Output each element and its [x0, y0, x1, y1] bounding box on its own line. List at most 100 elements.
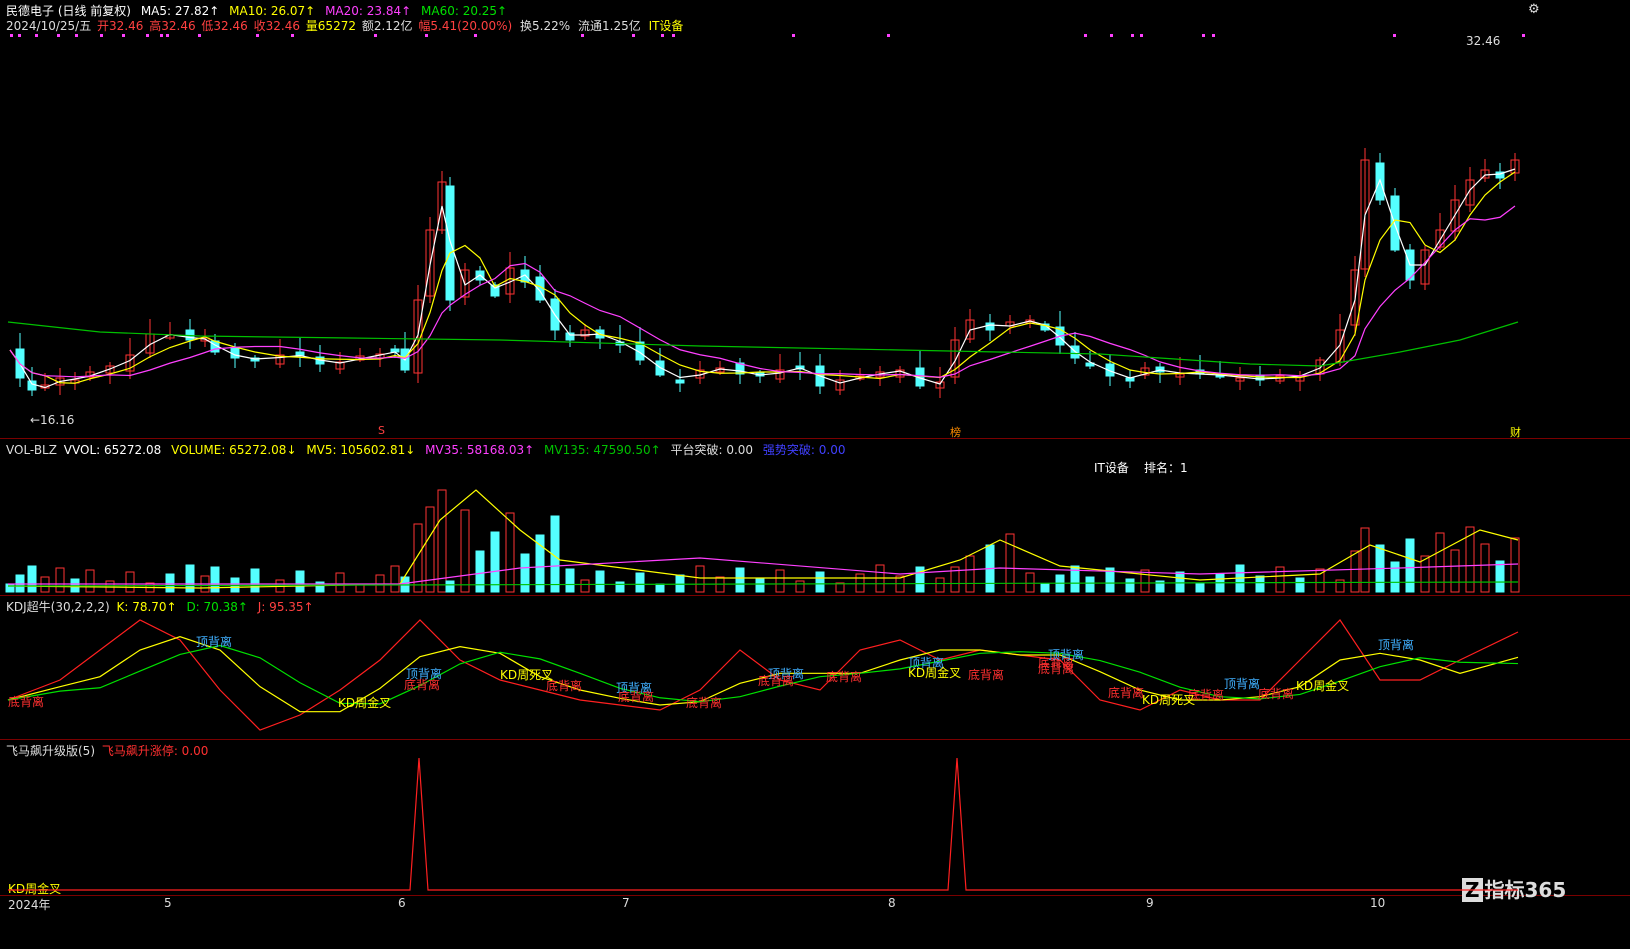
- chart-canvas: [5, 34, 1525, 891]
- volume-bar: [475, 550, 485, 593]
- volume-bar: [580, 579, 590, 593]
- marker-dot: [1202, 34, 1205, 37]
- volume-bar: [1085, 576, 1095, 593]
- volume-bar: [1255, 575, 1265, 593]
- marker-dot: [57, 34, 60, 37]
- volume-bar: [1350, 550, 1360, 593]
- marker-dot: [10, 34, 13, 37]
- volume-bar: [565, 568, 575, 593]
- marker-dot: [100, 34, 103, 37]
- candle-body: [27, 380, 37, 391]
- volume-bar: [855, 573, 865, 593]
- candle-body: [985, 322, 995, 331]
- marker-dot: [632, 34, 635, 37]
- volume-bar: [390, 565, 400, 593]
- marker-dot: [146, 34, 149, 37]
- volume-bar: [1195, 582, 1205, 593]
- kdj-label: KD周金叉: [908, 666, 962, 680]
- kdj-label: KD周金叉: [338, 696, 392, 710]
- kdj-label: 底背离: [618, 690, 655, 704]
- volume-bar: [1040, 583, 1050, 593]
- volume-bar: [55, 567, 65, 593]
- volume-bar: [675, 574, 685, 593]
- volume-bar: [695, 565, 705, 593]
- kdj-label: 顶背离: [1224, 677, 1261, 691]
- volume-bar: [1510, 537, 1520, 593]
- marker-dot: [581, 34, 584, 37]
- volume-bar: [735, 567, 745, 593]
- kdj-label: 底背离: [1038, 662, 1075, 676]
- feima-line: [8, 757, 1518, 891]
- volume-bar: [85, 569, 95, 593]
- volume-bar: [1125, 578, 1135, 593]
- candle-body: [445, 185, 455, 301]
- volume-bar: [1390, 561, 1400, 593]
- kdj-label: 底背离: [686, 696, 723, 710]
- volume-bar: [1435, 532, 1445, 593]
- kdj-label: 底背离: [546, 679, 583, 693]
- volume-bar: [775, 569, 785, 593]
- kdj-label: 底背离: [968, 668, 1005, 682]
- marker-dot: [1140, 34, 1143, 37]
- volume-bar: [250, 568, 260, 593]
- kdj-label: 底背离: [758, 674, 795, 688]
- volume-bar: [1275, 566, 1285, 593]
- volume-bar: [595, 570, 605, 593]
- volume-bar: [505, 512, 515, 593]
- marker-dot: [672, 34, 675, 37]
- marker-dot: [1131, 34, 1134, 37]
- marker-dot: [1110, 34, 1113, 37]
- marker-dot: [1522, 34, 1525, 37]
- volume-bar: [1025, 572, 1035, 593]
- volume-bar: [655, 583, 665, 593]
- marker-dot: [661, 34, 664, 37]
- volume-bar: [437, 489, 447, 593]
- volume-bar: [445, 580, 455, 593]
- ma5-line: [9, 168, 1516, 389]
- volume-bar: [795, 580, 805, 593]
- kdj-label: 底背离: [826, 670, 863, 684]
- marker-dot: [18, 34, 21, 37]
- kdj-label: 顶背离: [196, 635, 233, 649]
- kdj-label: 底背离: [404, 678, 441, 692]
- kdj-label: KD周死叉: [1142, 693, 1196, 707]
- marker-dot: [160, 34, 163, 37]
- kdj-label: 底背离: [1258, 687, 1295, 701]
- candle-body: [675, 379, 685, 384]
- volume-bar: [125, 571, 135, 593]
- volume-bar: [295, 570, 305, 593]
- volume-bar: [1140, 569, 1150, 593]
- volume-bar: [27, 565, 37, 593]
- volume-bar: [1495, 560, 1505, 593]
- volume-bar: [755, 578, 765, 593]
- volume-bar: [1335, 579, 1345, 593]
- volume-bar: [935, 577, 945, 593]
- volume-bar: [1480, 543, 1490, 593]
- volume-bar: [5, 583, 15, 593]
- volume-bar: [1450, 549, 1460, 593]
- kdj-label: 底背离: [1108, 686, 1145, 700]
- volume-bar: [165, 573, 175, 593]
- marker-dot: [425, 34, 428, 37]
- volume-bar: [460, 509, 470, 593]
- marker-dot: [374, 34, 377, 37]
- marker-dot: [291, 34, 294, 37]
- marker-dot: [1393, 34, 1396, 37]
- volume-bar: [815, 571, 825, 593]
- volume-bar: [520, 553, 530, 593]
- marker-dot: [887, 34, 890, 37]
- volume-bar: [615, 581, 625, 593]
- marker-dot: [35, 34, 38, 37]
- marker-dot: [166, 34, 169, 37]
- volume-bar: [1295, 577, 1305, 593]
- marker-dot: [792, 34, 795, 37]
- kdj-label: 底背离: [8, 695, 45, 709]
- volume-bar: [635, 572, 645, 593]
- mv5-line: [7, 489, 1519, 589]
- kdj-label: 顶背离: [1378, 638, 1415, 652]
- marker-dot: [474, 34, 477, 37]
- marker-dot: [1084, 34, 1087, 37]
- volume-bar: [965, 555, 975, 593]
- marker-dot: [122, 34, 125, 37]
- volume-bar: [1175, 571, 1185, 593]
